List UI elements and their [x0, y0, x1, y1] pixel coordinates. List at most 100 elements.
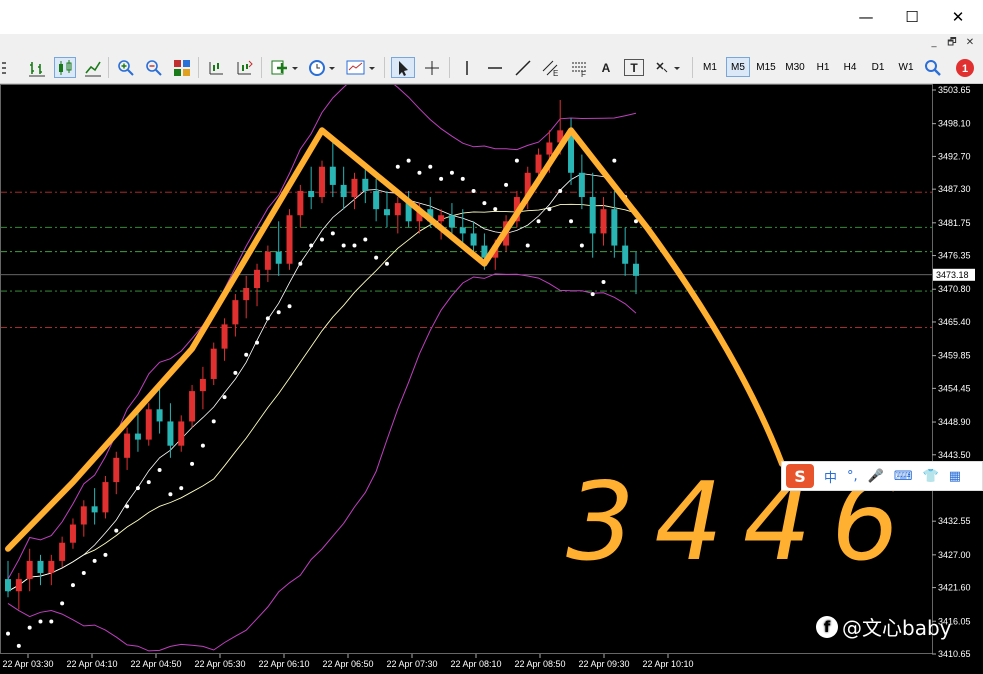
sar-dot	[200, 443, 205, 448]
timeframe-m1[interactable]: M1	[698, 57, 722, 77]
timeframe-m30[interactable]: M30	[782, 57, 808, 77]
notification-button[interactable]: 1	[952, 57, 976, 78]
skin-icon[interactable]: 👕	[923, 469, 939, 484]
horizontal-line-icon[interactable]	[484, 57, 506, 78]
candle-body	[394, 203, 401, 216]
chart-restore-button[interactable]: 🗗	[944, 36, 960, 50]
sar-dot	[60, 601, 65, 606]
timeframe-w1[interactable]: W1	[895, 57, 917, 77]
equidistant-channel-icon[interactable]: E	[540, 57, 562, 78]
sar-dot	[211, 419, 216, 424]
toolbox-icon[interactable]: ▦	[949, 469, 961, 484]
sar-dot	[493, 207, 498, 212]
price-tick-label: 3476.35	[938, 251, 971, 261]
text-tool-button[interactable]: A	[596, 57, 616, 78]
candle-body	[91, 506, 98, 513]
chart-minimize-button[interactable]: _	[926, 36, 942, 50]
parabolic-sar	[6, 158, 638, 648]
time-tick-label: 22 Apr 06:50	[322, 659, 373, 669]
zoom-in-icon[interactable]	[115, 57, 137, 78]
time-tick-label: 22 Apr 04:50	[130, 659, 181, 669]
search-icon[interactable]	[922, 57, 944, 78]
candle-body	[383, 209, 390, 216]
sar-dot	[590, 292, 595, 297]
ime-toolbar[interactable]: S 中 °, 🎤 ⌨ 👕 ▦	[781, 461, 983, 491]
candle-body	[254, 269, 261, 289]
candle-body	[124, 433, 131, 458]
chart-canvas[interactable]: 3446 3503.65 3498.10 3492.70 3487.30 3481.75…	[0, 69, 983, 669]
time-axis: 22 Apr 03:30 22 Apr 04:10 22 Apr 04:50 22 A…	[2, 654, 694, 669]
maximize-icon: ☐	[905, 8, 919, 26]
sar-dot	[417, 170, 422, 175]
candle-body	[351, 178, 358, 198]
sar-dot	[81, 571, 86, 576]
line-chart-icon[interactable]	[82, 57, 104, 78]
arrows-dropdown-icon[interactable]	[652, 57, 684, 78]
close-button[interactable]: ✕	[935, 4, 981, 30]
price-tick-label: 3498.10	[938, 119, 971, 129]
toolbar-separator	[198, 57, 199, 78]
candlestick-icon[interactable]	[54, 57, 76, 78]
maximize-button[interactable]: ☐	[889, 4, 935, 30]
price-tick-label: 3421.60	[938, 583, 971, 593]
chart-close-button[interactable]: ✕	[962, 36, 978, 50]
sar-dot	[157, 467, 162, 472]
candle-body	[178, 421, 185, 446]
sar-dot	[27, 625, 32, 630]
ime-punct-label[interactable]: °,	[847, 469, 858, 484]
candle-body	[15, 579, 22, 592]
ime-mode-label[interactable]: 中	[824, 467, 837, 486]
sar-dot	[38, 619, 43, 624]
time-tick-label: 22 Apr 09:30	[578, 659, 629, 669]
sar-dot	[471, 188, 476, 193]
timeframe-d1[interactable]: D1	[867, 57, 889, 77]
candle-body	[622, 245, 629, 264]
zoom-out-icon[interactable]	[143, 57, 165, 78]
svg-text:F: F	[581, 70, 586, 77]
candle-body	[329, 166, 336, 185]
hand-drawn-annotation: 3446	[5, 127, 900, 585]
sar-dot	[536, 219, 541, 224]
sar-dot	[547, 207, 552, 212]
fibonacci-icon[interactable]: F	[568, 57, 590, 78]
close-icon: ✕	[951, 8, 965, 26]
chart-shift-icon[interactable]	[205, 57, 227, 78]
text-label-tool-button[interactable]: T	[624, 59, 644, 76]
vertical-line-icon[interactable]	[456, 57, 478, 78]
candle-body	[448, 215, 455, 228]
trendline-icon[interactable]	[512, 57, 534, 78]
candle-body	[210, 348, 217, 379]
candle-body	[243, 288, 250, 301]
cursor-icon[interactable]	[391, 57, 415, 78]
price-tick-label: 3427.00	[938, 550, 971, 560]
timeframe-m15[interactable]: M15	[754, 57, 778, 77]
price-tick-label: 3448.90	[938, 417, 971, 427]
microphone-icon[interactable]: 🎤	[868, 469, 884, 484]
auto-scroll-icon[interactable]	[233, 57, 255, 78]
tile-windows-icon[interactable]	[171, 57, 193, 78]
keyboard-icon[interactable]: ⌨	[894, 469, 913, 484]
sar-dot	[558, 188, 563, 193]
crosshair-icon[interactable]	[421, 57, 443, 78]
price-tick-label: 3492.70	[938, 151, 971, 161]
candle-body	[189, 391, 196, 422]
price-chart[interactable]: 3446 3503.65 3498.10 3492.70 3487.30 3481.75…	[0, 69, 983, 669]
sar-dot	[612, 158, 617, 163]
templates-icon[interactable]	[344, 57, 378, 78]
candle-body	[319, 166, 325, 198]
toolbar-grip-icon	[0, 57, 8, 78]
bar-chart-icon[interactable]	[26, 57, 48, 78]
periods-clock-icon[interactable]	[306, 57, 338, 78]
candle-body	[373, 190, 380, 210]
minimize-button[interactable]: —	[843, 4, 889, 30]
candle-body	[156, 409, 163, 422]
candle-body	[221, 324, 228, 349]
timeframe-m5[interactable]: M5	[726, 57, 750, 77]
timeframe-h4[interactable]: H4	[839, 57, 861, 77]
indicators-dropdown-icon[interactable]	[268, 57, 300, 78]
timeframe-h1[interactable]: H1	[812, 57, 834, 77]
sar-dot	[135, 486, 140, 491]
candle-body	[600, 209, 607, 234]
candle-body	[80, 506, 87, 525]
moving-average-fast	[7, 173, 637, 592]
